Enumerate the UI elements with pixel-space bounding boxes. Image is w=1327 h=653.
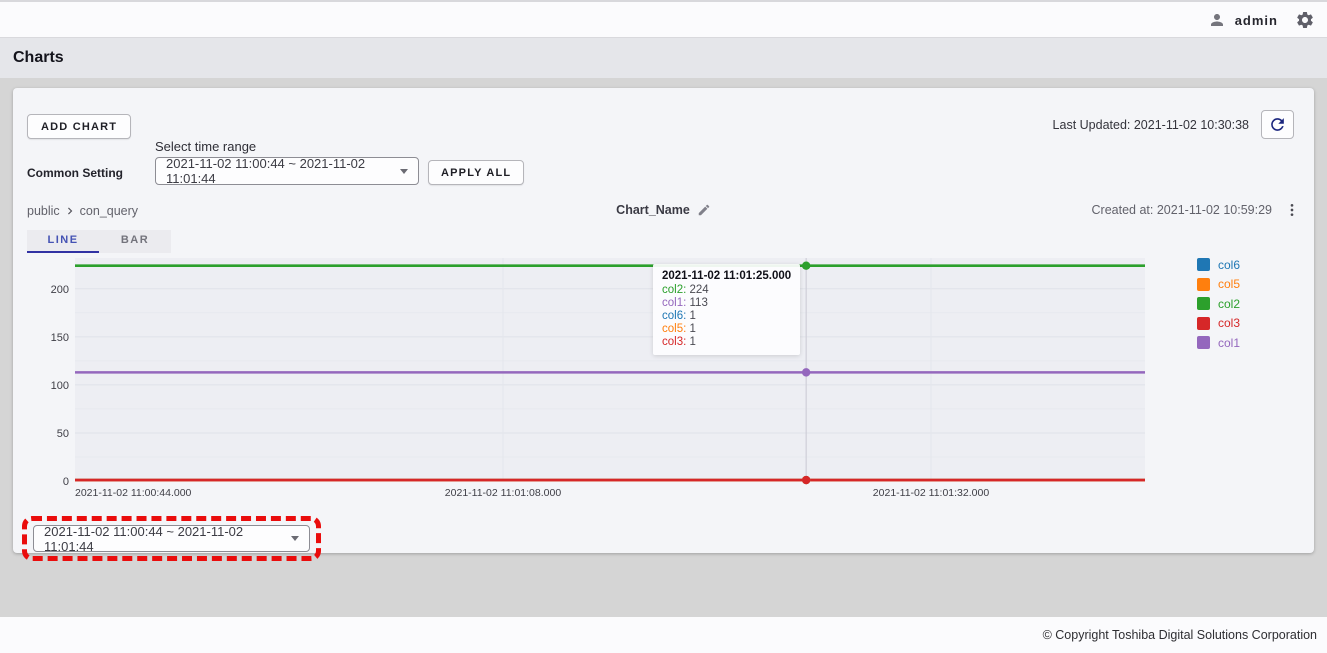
legend-swatch-col5	[1197, 278, 1210, 291]
legend-swatch-col3	[1197, 317, 1210, 330]
add-chart-button[interactable]: ADD CHART	[27, 114, 131, 139]
common-setting-label: Common Setting	[27, 166, 123, 180]
last-updated-text: Last Updated: 2021-11-02 10:30:38	[1053, 118, 1249, 132]
y-tick-label: 50	[57, 428, 69, 440]
chart-type-tabs: LINE BAR	[27, 230, 171, 253]
red-dashed-annotation: 2021-11-02 11:00:44 ~ 2021-11-02 11:01:4…	[22, 516, 321, 561]
legend-item-col5[interactable]: col5	[1197, 275, 1240, 295]
chart-time-range-dropdown[interactable]: 2021-11-02 11:00:44 ~ 2021-11-02 11:01:4…	[33, 525, 310, 552]
tooltip-row: col5: 1	[662, 323, 791, 336]
dropdown-caret-icon	[400, 169, 408, 174]
legend-label: col3	[1218, 316, 1240, 330]
hover-point-col2	[802, 261, 810, 269]
y-tick-label: 100	[51, 380, 69, 392]
y-tick-label: 150	[51, 332, 69, 344]
breadcrumb-schema: public	[27, 204, 60, 218]
tooltip-row: col2: 224	[662, 284, 791, 297]
plot-background	[75, 258, 1145, 481]
username: admin	[1235, 13, 1278, 28]
y-tick-label: 200	[51, 284, 69, 296]
charts-page: admin Charts ADD CHART Select time range…	[0, 0, 1327, 653]
refresh-button[interactable]	[1261, 110, 1294, 139]
legend-item-col2[interactable]: col2	[1197, 294, 1240, 314]
footer: © Copyright Toshiba Digital Solutions Co…	[0, 617, 1327, 653]
edit-chart-name-icon[interactable]	[697, 203, 711, 217]
legend-swatch-col1	[1197, 336, 1210, 349]
page-header: Charts	[0, 38, 1327, 78]
page-title: Charts	[13, 49, 64, 67]
tooltip-row: col6: 1	[662, 310, 791, 323]
legend-label: col5	[1218, 277, 1240, 291]
common-time-range-value: 2021-11-02 11:00:44 ~ 2021-11-02 11:01:4…	[166, 156, 392, 186]
tab-bar[interactable]: BAR	[99, 230, 171, 253]
chart-name: Chart_Name	[616, 203, 690, 217]
settings-gear-icon[interactable]	[1295, 10, 1315, 30]
tooltip-row: col3: 1	[662, 336, 791, 349]
line-chart: 0 50 100 150 200 2021-11-02 11:00:44.000 2021-…	[13, 255, 1314, 505]
legend-item-col3[interactable]: col3	[1197, 314, 1240, 334]
hover-point-col1	[802, 368, 810, 376]
copyright-text: © Copyright Toshiba Digital Solutions Co…	[1043, 628, 1317, 642]
legend-label: col6	[1218, 258, 1240, 272]
topbar: admin	[0, 0, 1327, 38]
chart-tooltip: 2021-11-02 11:01:25.000 col2: 224 col1: …	[653, 264, 800, 355]
breadcrumb: public con_query	[27, 204, 138, 218]
apply-all-button[interactable]: APPLY ALL	[428, 160, 524, 185]
legend-item-col1[interactable]: col1	[1197, 333, 1240, 353]
chart-menu-kebab-icon[interactable]	[1282, 201, 1302, 219]
x-tick-label: 2021-11-02 11:00:44.000	[75, 487, 192, 499]
created-at-text: Created at: 2021-11-02 10:59:29	[1092, 203, 1272, 217]
common-time-range-dropdown[interactable]: 2021-11-02 11:00:44 ~ 2021-11-02 11:01:4…	[155, 157, 419, 185]
legend-label: col1	[1218, 336, 1240, 350]
user-menu[interactable]: admin	[1208, 11, 1278, 29]
y-tick-label: 0	[63, 476, 69, 488]
breadcrumb-query: con_query	[80, 204, 138, 218]
x-tick-label: 2021-11-02 11:01:32.000	[873, 487, 990, 499]
tooltip-row: col1: 113	[662, 297, 791, 310]
x-tick-label: 2021-11-02 11:01:08.000	[445, 487, 562, 499]
charts-panel: ADD CHART Select time range Common Setti…	[13, 88, 1314, 553]
tooltip-timestamp: 2021-11-02 11:01:25.000	[662, 269, 791, 283]
tab-line[interactable]: LINE	[27, 230, 99, 253]
legend-swatch-col6	[1197, 258, 1210, 271]
legend-swatch-col2	[1197, 297, 1210, 310]
chevron-right-icon	[63, 204, 77, 218]
dropdown-caret-icon	[291, 536, 299, 541]
user-icon	[1208, 11, 1226, 29]
legend-item-col6[interactable]: col6	[1197, 255, 1240, 275]
chart-time-range-value: 2021-11-02 11:00:44 ~ 2021-11-02 11:01:4…	[44, 524, 283, 554]
select-time-range-label: Select time range	[155, 139, 256, 154]
chart-legend: col6 col5 col2 col3 col1	[1197, 255, 1240, 353]
legend-label: col2	[1218, 297, 1240, 311]
hover-point-col3	[802, 476, 810, 484]
